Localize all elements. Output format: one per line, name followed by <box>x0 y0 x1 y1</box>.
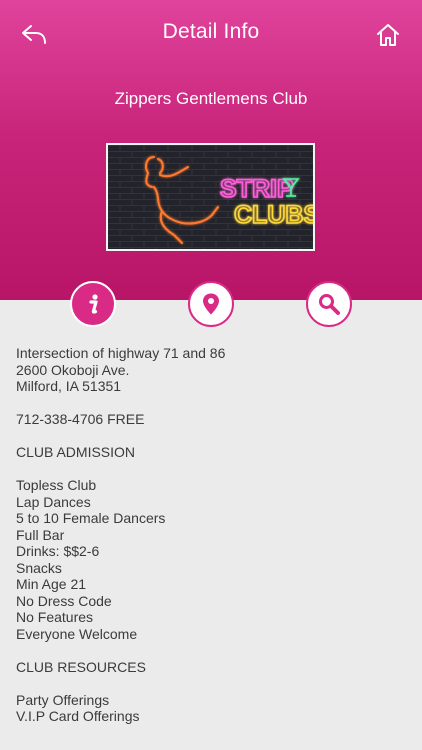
banner-clubs-text: CLUBS <box>234 201 313 229</box>
detail-line: Full Bar <box>16 526 65 543</box>
detail-line: Snacks <box>16 559 62 576</box>
detail-line: V.I.P Card Offerings <box>16 708 140 724</box>
detail-line: Milford, IA 51351 <box>16 378 122 394</box>
top-bar: Detail Info <box>0 0 422 70</box>
detail-line: CLUB ADMISSION <box>16 444 136 460</box>
detail-line: 712-338-4706 FREE <box>16 411 145 427</box>
home-icon <box>377 24 399 46</box>
detail-line: No Features <box>16 609 94 625</box>
detail-line: Min Age 21 <box>16 576 87 592</box>
detail-spacer <box>16 642 406 659</box>
detail-line: 5 to 10 Female Dancers <box>16 510 166 526</box>
detail-spacer <box>16 675 406 692</box>
home-button[interactable] <box>374 21 402 49</box>
info-icon <box>89 294 98 314</box>
detail-line: CLUB RESOURCES <box>16 658 146 675</box>
venue-banner-image: STRIP CLUBS <box>106 143 315 251</box>
detail-line: 2600 Okoboji Ave. <box>16 361 130 378</box>
detail-line: Intersection of highway 71 and 86 <box>16 345 226 361</box>
detail-line: Party Offerings <box>16 691 110 708</box>
detail-line: Lap Dances <box>16 493 91 510</box>
detail-line: Topless Club <box>16 477 97 493</box>
banner-strip-text: STRIP <box>220 175 294 203</box>
info-tab-button[interactable] <box>70 281 116 327</box>
header-background: Detail Info Zippers Gentlemens Club STRI… <box>0 0 422 300</box>
map-pin-icon <box>203 293 219 315</box>
club-name: Zippers Gentlemens Club <box>114 89 308 108</box>
detail-spacer <box>16 395 406 412</box>
detail-line: Drinks: $$2-6 <box>16 543 100 559</box>
detail-line: Everyone Welcome <box>16 625 138 642</box>
club-details: Intersection of highway 71 and 86 2600 Ok… <box>16 345 406 725</box>
detail-spacer <box>16 428 406 445</box>
detail-line: No Dress Code <box>16 592 112 609</box>
page-title: Detail Info <box>162 20 260 43</box>
detail-spacer <box>16 461 406 478</box>
search-tab-button[interactable] <box>306 281 352 327</box>
map-tab-button[interactable] <box>188 281 234 327</box>
search-icon <box>319 294 340 315</box>
